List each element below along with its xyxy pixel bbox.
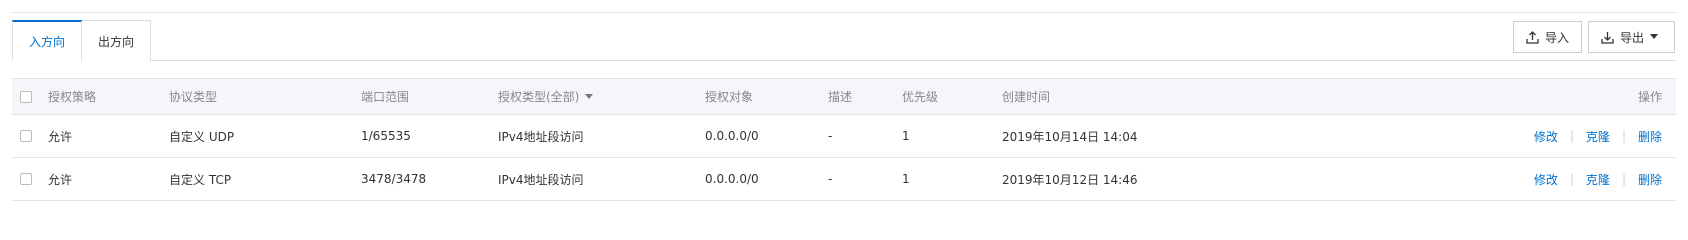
- tab-inbound-label: 入方向: [29, 34, 66, 49]
- cell-description: -: [828, 129, 833, 143]
- cell-policy: 允许: [48, 172, 73, 187]
- header-operations: 操作: [1637, 90, 1662, 104]
- import-button[interactable]: 导入: [1513, 21, 1582, 53]
- tab-inbound[interactable]: 入方向: [12, 20, 82, 61]
- import-button-label: 导入: [1545, 30, 1570, 45]
- cell-priority: 1: [902, 129, 910, 143]
- cell-port: 1/65535: [361, 129, 411, 143]
- download-icon: [1601, 31, 1614, 44]
- header-description: 描述: [828, 90, 853, 104]
- export-dropdown-button[interactable]: 导出: [1588, 21, 1675, 53]
- action-separator: |: [1621, 129, 1626, 143]
- action-separator: |: [1569, 129, 1574, 143]
- cell-created: 2019年10月14日 14:04: [1002, 129, 1138, 144]
- cell-auth-type: IPv4地址段访问: [498, 129, 584, 144]
- cell-created: 2019年10月12日 14:46: [1002, 172, 1138, 187]
- header-auth-type: 授权类型(全部): [498, 90, 580, 104]
- header-priority: 优先级: [902, 90, 939, 104]
- row-actions: 修改 | 克隆 | 删除: [1534, 158, 1662, 200]
- row-select-cell: [20, 158, 32, 200]
- header-port: 端口范围: [361, 90, 410, 104]
- select-all-cell: [20, 79, 32, 114]
- row-checkbox[interactable]: [20, 173, 32, 185]
- table-row: 允许 自定义 UDP 1/65535 IPv4地址段访问 0.0.0.0/0 -…: [12, 115, 1676, 158]
- header-protocol: 协议类型: [169, 90, 218, 104]
- tab-outbound-label: 出方向: [98, 34, 135, 49]
- export-button-label: 导出: [1620, 30, 1645, 45]
- cell-auth-object: 0.0.0.0/0: [705, 129, 759, 143]
- cell-port: 3478/3478: [361, 172, 427, 186]
- clone-link[interactable]: 克隆: [1586, 171, 1610, 188]
- edit-link[interactable]: 修改: [1534, 171, 1558, 188]
- table-header-row: 授权策略 协议类型 端口范围 授权类型(全部) 授权对象 描述 优先级 创建时间…: [12, 79, 1676, 115]
- cell-description: -: [828, 172, 833, 186]
- tabs-baseline: [150, 60, 1676, 61]
- header-auth-type-filter[interactable]: 授权类型(全部): [498, 79, 594, 114]
- row-actions: 修改 | 克隆 | 删除: [1534, 115, 1662, 157]
- delete-link[interactable]: 删除: [1638, 171, 1662, 188]
- security-group-rules-panel: 入方向 出方向 导入 导出 授权策略 协议类型 端口范围 授权类型(全部) 授权…: [0, 0, 1688, 203]
- action-separator: |: [1569, 172, 1574, 186]
- cell-protocol: 自定义 TCP: [169, 172, 232, 187]
- cell-auth-object: 0.0.0.0/0: [705, 172, 759, 186]
- top-divider: [12, 12, 1676, 13]
- direction-tabs: 入方向 出方向: [12, 20, 151, 61]
- header-auth-object: 授权对象: [705, 90, 754, 104]
- row-select-cell: [20, 115, 32, 157]
- clone-link[interactable]: 克隆: [1586, 128, 1610, 145]
- cell-protocol: 自定义 UDP: [169, 129, 235, 144]
- delete-link[interactable]: 删除: [1638, 128, 1662, 145]
- edit-link[interactable]: 修改: [1534, 128, 1558, 145]
- cell-auth-type: IPv4地址段访问: [498, 172, 584, 187]
- cell-policy: 允许: [48, 129, 73, 144]
- row-checkbox[interactable]: [20, 130, 32, 142]
- select-all-checkbox[interactable]: [20, 90, 32, 103]
- caret-down-icon: [1650, 34, 1659, 40]
- table-row: 允许 自定义 TCP 3478/3478 IPv4地址段访问 0.0.0.0/0…: [12, 158, 1676, 201]
- toolbar: 导入 导出: [1513, 21, 1675, 53]
- rules-table: 授权策略 协议类型 端口范围 授权类型(全部) 授权对象 描述 优先级 创建时间…: [12, 78, 1676, 201]
- filter-caret-icon: [585, 94, 594, 99]
- header-created: 创建时间: [1002, 90, 1051, 104]
- header-policy: 授权策略: [48, 90, 97, 104]
- upload-icon: [1526, 30, 1539, 44]
- action-separator: |: [1621, 172, 1626, 186]
- cell-priority: 1: [902, 172, 910, 186]
- tab-outbound[interactable]: 出方向: [82, 20, 151, 61]
